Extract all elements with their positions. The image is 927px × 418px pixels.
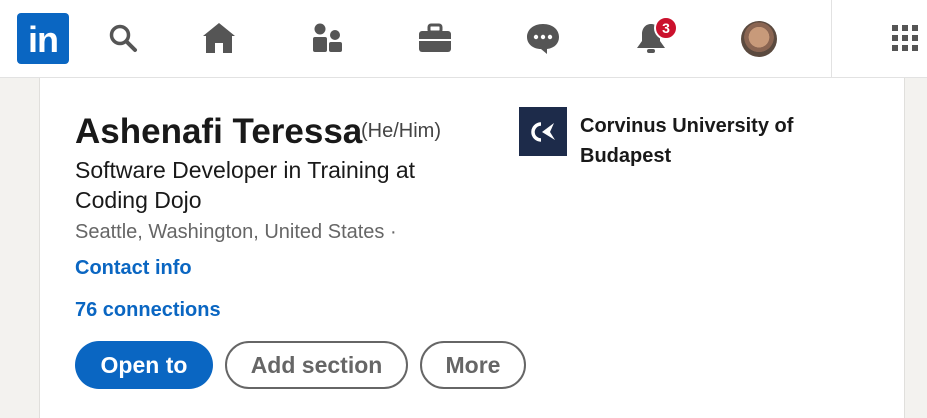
linkedin-logo[interactable]: in xyxy=(17,13,69,64)
education-name-link[interactable]: Corvinus University of Budapest xyxy=(580,111,840,171)
more-button[interactable]: More xyxy=(420,341,526,389)
profile-pronouns: (He/Him) xyxy=(361,120,441,142)
my-network-icon[interactable] xyxy=(309,20,345,56)
corvinus-logo[interactable] xyxy=(519,107,567,156)
profile-name: Ashenafi Teressa xyxy=(75,112,363,151)
messaging-icon[interactable] xyxy=(525,20,561,56)
open-to-button[interactable]: Open to xyxy=(75,341,213,389)
profile-location: Seattle, Washington, United States · xyxy=(75,221,397,243)
home-icon[interactable] xyxy=(201,20,237,56)
add-section-button[interactable]: Add section xyxy=(225,341,408,389)
apps-grid-icon[interactable] xyxy=(887,20,923,56)
search-icon[interactable] xyxy=(105,20,141,56)
nav-divider xyxy=(831,0,832,77)
jobs-briefcase-icon[interactable] xyxy=(417,20,453,56)
connections-link[interactable]: 76 connections xyxy=(75,299,221,322)
profile-avatar[interactable] xyxy=(741,21,777,57)
profile-headline: Software Developer in Training at Coding… xyxy=(75,157,416,213)
notification-count-badge: 3 xyxy=(654,16,678,40)
top-navigation-bar: in 3 xyxy=(0,0,927,78)
contact-info-link[interactable]: Contact info xyxy=(75,257,192,280)
